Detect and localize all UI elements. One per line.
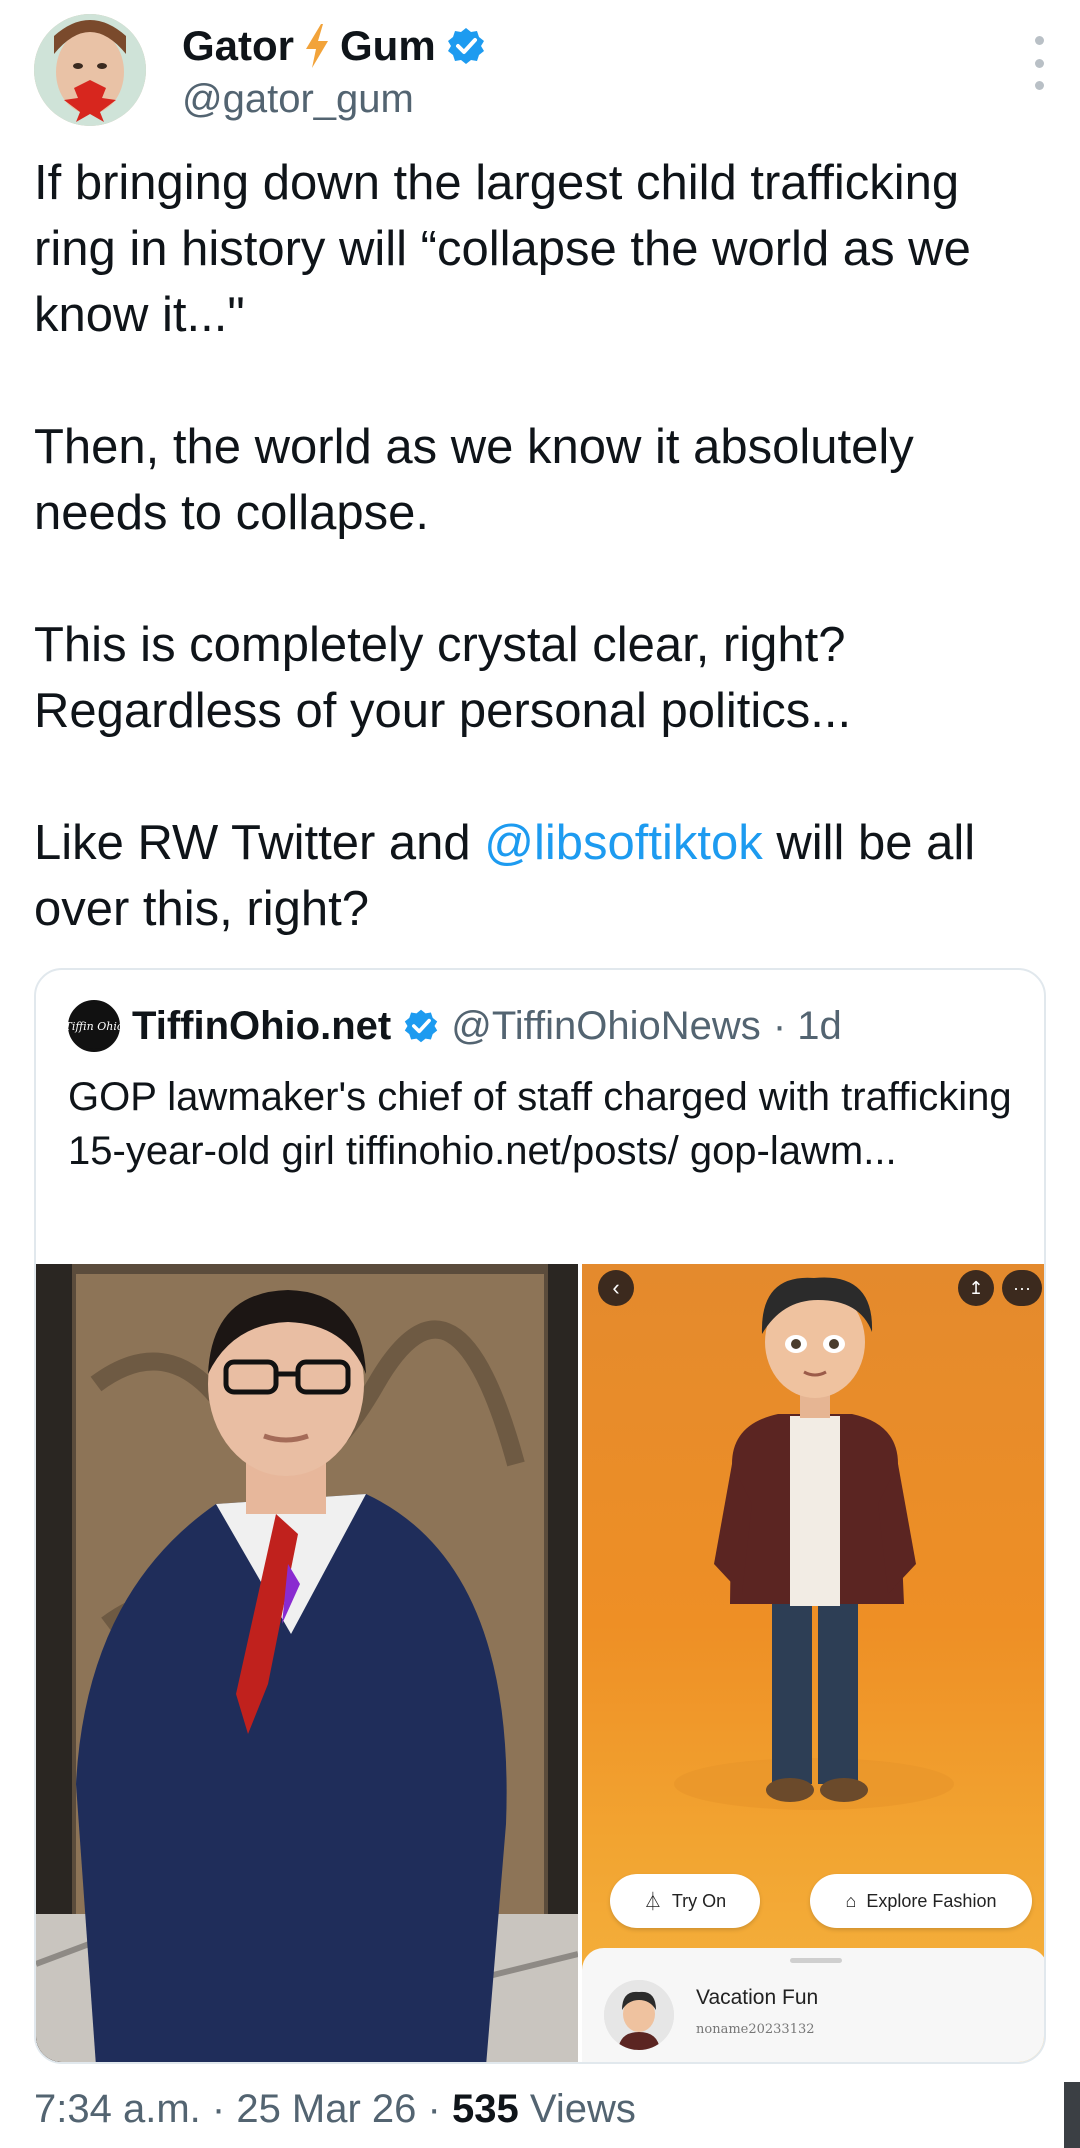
hanger-icon: ⏃	[643, 1892, 662, 1912]
bottom-sheet: Vacation Fun noname20233132	[582, 1948, 1044, 2062]
explore-fashion-button: ⌂ Explore Fashion	[810, 1874, 1032, 1928]
tweet-footer: 7:34 a.m. · 25 Mar 26 · 535 Views	[34, 2084, 636, 2134]
tweet-paragraph: Then, the world as we know it absolutely…	[34, 420, 914, 540]
more-dot-icon	[1034, 58, 1044, 68]
sheet-avatar	[604, 1980, 674, 2050]
display-name-part2: Gum	[340, 22, 436, 69]
tweet-time[interactable]: 7:34 a.m.	[34, 2087, 201, 2131]
more-dot-icon	[1034, 81, 1044, 90]
tweet-date[interactable]: · 25 Mar 26 ·	[212, 2087, 441, 2131]
back-chevron-icon: ‹	[598, 1270, 634, 1306]
quoted-author-name: TiffinOhio.net	[132, 1004, 392, 1048]
try-on-button: ⏃ Try On	[610, 1874, 760, 1928]
tweet-body: If bringing down the largest child traff…	[34, 150, 1054, 942]
avatar-thumbnail	[604, 1980, 674, 2050]
quoted-author-handle: @TiffinOhioNews	[451, 1004, 761, 1048]
views-label: Views	[529, 2087, 636, 2131]
verified-badge-icon	[405, 1009, 438, 1043]
shop-icon: ⌂	[845, 1890, 857, 1911]
author-handle[interactable]: @gator_gum	[182, 74, 486, 124]
author-avatar[interactable]	[34, 14, 146, 126]
tweet-text-segment: Like RW Twitter and	[34, 816, 485, 870]
explore-fashion-label: Explore Fashion	[866, 1890, 997, 1911]
more-options-button[interactable]	[1024, 36, 1054, 90]
more-icon: ···	[1002, 1270, 1042, 1306]
try-on-label: Try On	[671, 1890, 727, 1911]
tweet-header: Gator Gum @gator_gum	[34, 14, 1054, 126]
quoted-tweet-card[interactable]: Tiffin Ohio TiffinOhio.net @TiffinOhioNe…	[34, 968, 1046, 2064]
avatar-illustration	[674, 1277, 954, 1810]
photo-man-in-suit	[36, 1264, 578, 2062]
verified-badge-icon	[447, 28, 484, 64]
quoted-author-logo: Tiffin Ohio	[65, 1000, 124, 1052]
tweet-paragraph: Like RW Twitter and @libsoftiktok will b…	[34, 810, 1054, 942]
portrait-illustration	[36, 1264, 578, 2062]
sheet-grip	[790, 1958, 842, 1963]
quoted-tweet-age: · 1d	[772, 1004, 842, 1048]
quoted-tweet-header: Tiffin Ohio TiffinOhio.net @TiffinOhioNe…	[65, 1000, 842, 1052]
quoted-tweet-text: GOP lawmaker's chief of staff charged wi…	[68, 1075, 1012, 1173]
author-display-name[interactable]: Gator Gum	[182, 22, 486, 70]
quoted-tweet-media[interactable]: ‹ ↥ ··· ⏃ Try On ⌂ Explore Fashion Vacat…	[36, 1264, 1044, 2062]
lightning-bolt-icon	[306, 24, 329, 68]
display-name-part1: Gator	[182, 22, 295, 69]
avatar-image	[34, 14, 146, 126]
sheet-title: Vacation Fun	[696, 1986, 819, 2009]
views-count[interactable]: 535	[452, 2087, 519, 2131]
share-icon: ↥	[958, 1270, 994, 1306]
tweet-paragraph: This is completely crystal clear, right?…	[34, 618, 852, 738]
mention-link[interactable]: @libsoftiktok	[484, 816, 763, 870]
tweet-paragraph: If bringing down the largest child traff…	[34, 156, 971, 342]
scroll-indicator[interactable]	[1064, 2082, 1080, 2148]
more-dot-icon	[1034, 36, 1044, 45]
app-screenshot: ‹ ↥ ··· ⏃ Try On ⌂ Explore Fashion Vacat…	[582, 1264, 1044, 2062]
sheet-username: noname20233132	[696, 2022, 815, 2037]
